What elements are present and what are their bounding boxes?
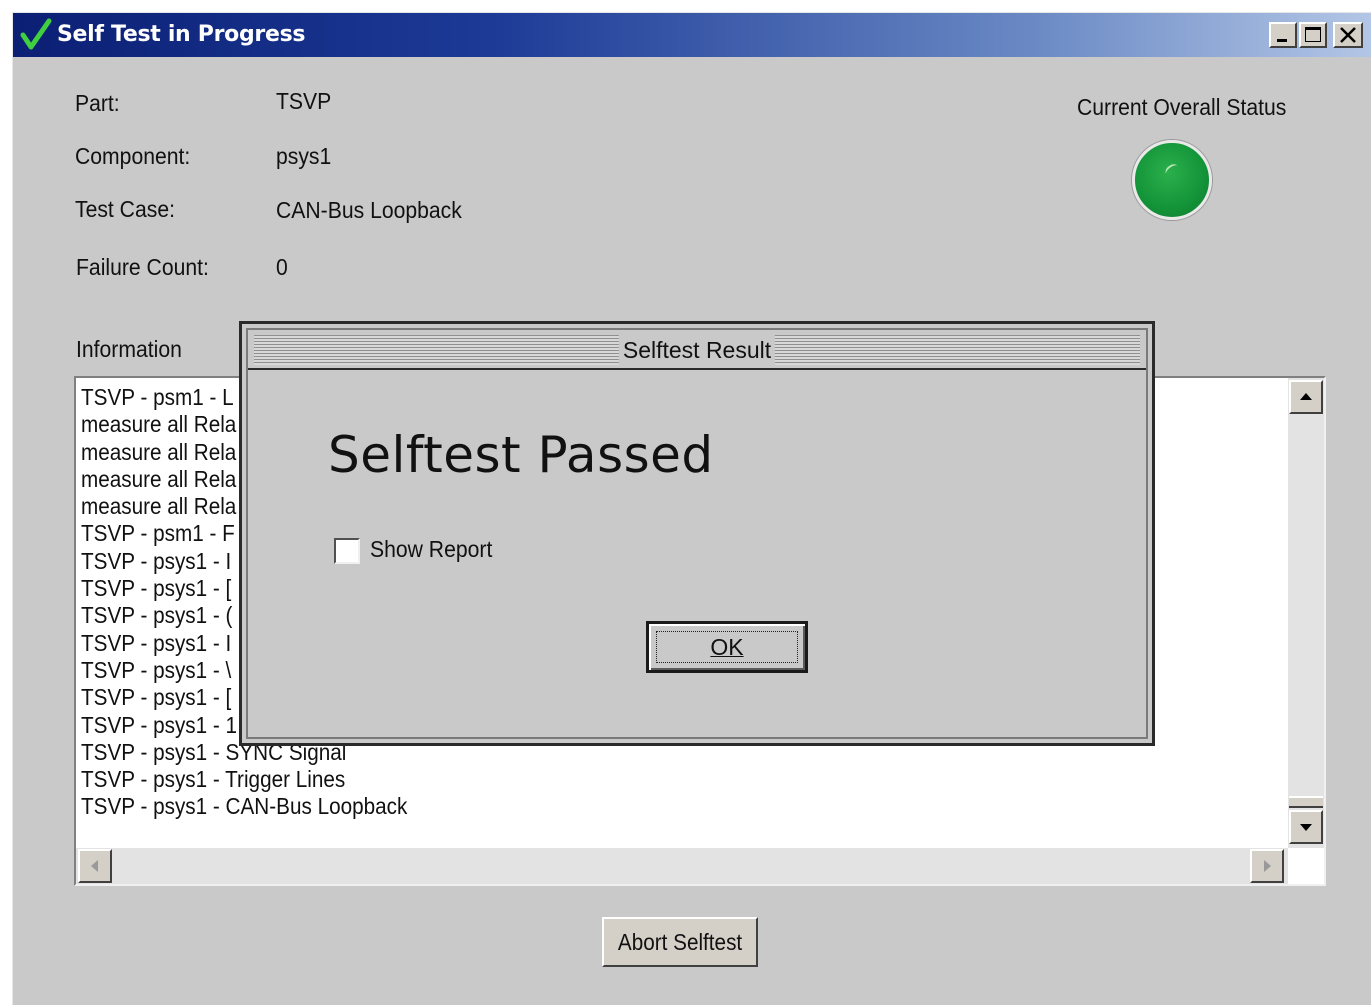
part-label: Part: (75, 90, 120, 116)
title-bar[interactable]: Self Test in Progress (13, 13, 1371, 57)
arrow-right-icon (1264, 860, 1271, 872)
arrow-up-icon (1300, 393, 1312, 400)
minimize-icon (1277, 39, 1287, 42)
arrow-left-icon (91, 860, 98, 872)
scroll-thumb[interactable] (1289, 796, 1323, 808)
status-light-icon (1132, 140, 1212, 220)
close-icon (1340, 27, 1356, 43)
failure-count-value: 0 (276, 254, 288, 280)
focus-rectangle (656, 631, 798, 663)
checkmark-icon (20, 18, 52, 50)
testcase-value: CAN-Bus Loopback (276, 197, 462, 223)
part-value: TSVP (276, 88, 332, 114)
self-test-window: Self Test in Progress Part: TSVP Compone… (12, 12, 1371, 1005)
minimize-button[interactable] (1269, 22, 1297, 48)
show-report-label[interactable]: Show Report (370, 536, 492, 563)
testcase-label: Test Case: (75, 196, 175, 222)
vertical-scrollbar[interactable] (1288, 378, 1324, 848)
dialog-title: Selftest Result (618, 335, 776, 365)
dialog-heading: Selftest Passed (328, 426, 714, 484)
selftest-result-dialog: Selftest Result Selftest Passed Show Rep… (239, 321, 1155, 746)
failure-count-label: Failure Count: (76, 254, 209, 280)
maximize-icon (1305, 27, 1321, 42)
scroll-left-button[interactable] (78, 849, 112, 883)
component-value: psys1 (276, 143, 332, 169)
window-title: Self Test in Progress (57, 22, 306, 47)
component-label: Component: (75, 143, 191, 169)
abort-selftest-button[interactable]: Abort Selftest (602, 917, 758, 967)
log-line: TSVP - psys1 - CAN-Bus Loopback (81, 793, 408, 820)
ok-button[interactable]: OK (646, 621, 808, 673)
maximize-button[interactable] (1299, 22, 1327, 48)
scroll-up-button[interactable] (1289, 380, 1323, 414)
scroll-right-button[interactable] (1250, 849, 1284, 883)
scroll-down-button[interactable] (1289, 810, 1323, 844)
dialog-title-divider (248, 368, 1146, 370)
dialog-frame: Selftest Result Selftest Passed Show Rep… (246, 328, 1148, 739)
information-label: Information (76, 336, 182, 362)
overall-status-label: Current Overall Status (1077, 94, 1287, 120)
dialog-title-bar[interactable]: Selftest Result (254, 335, 1140, 365)
horizontal-scrollbar[interactable] (76, 848, 1288, 884)
show-report-checkbox[interactable] (334, 538, 360, 564)
log-line: TSVP - psys1 - Trigger Lines (81, 766, 346, 793)
arrow-down-icon (1300, 824, 1312, 831)
close-button[interactable] (1333, 22, 1363, 48)
abort-selftest-label: Abort Selftest (617, 928, 743, 955)
